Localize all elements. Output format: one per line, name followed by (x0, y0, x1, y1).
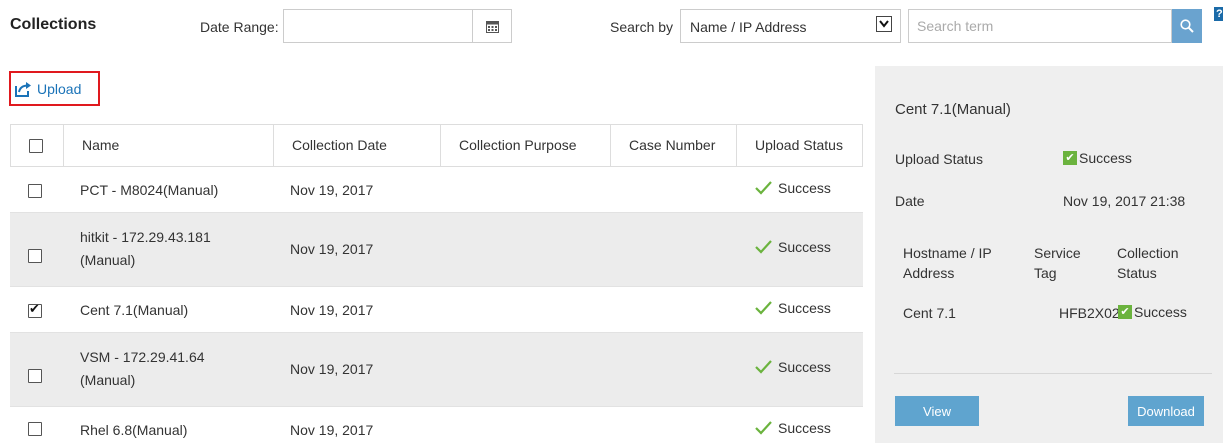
check-icon: ✔ (1063, 151, 1077, 165)
search-by-selected-value: Name / IP Address (690, 19, 807, 35)
check-icon (755, 240, 772, 254)
calendar-button[interactable] (472, 10, 511, 42)
row-name: VSM - 172.29.41.64 (80, 349, 205, 365)
row-checkbox[interactable] (28, 422, 42, 436)
row-collection-date: Nov 19, 2017 (290, 182, 374, 198)
upload-status-value: ✔ Success (1063, 150, 1132, 166)
select-all-checkbox[interactable] (29, 139, 43, 153)
row-upload-status: Success (755, 420, 831, 436)
sub-row-service-tag: HFB2X02 (1059, 305, 1120, 321)
row-checkbox[interactable] (28, 301, 42, 318)
sub-header-hostname-2: Address (903, 265, 955, 281)
chevron-down-icon[interactable] (876, 16, 892, 32)
check-icon: ✔ (1118, 305, 1132, 319)
sub-header-collection-status: Collection (1117, 245, 1179, 261)
table-row[interactable]: hitkit - 172.29.43.181 (Manual) Nov 19, … (10, 213, 863, 287)
sub-header-service-tag-2: Tag (1034, 265, 1057, 281)
table-row[interactable]: VSM - 172.29.41.64 (Manual) Nov 19, 2017… (10, 333, 863, 407)
date-value: Nov 19, 2017 21:38 (1063, 193, 1186, 209)
row-collection-date: Nov 19, 2017 (290, 241, 374, 257)
row-collection-date: Nov 19, 2017 (290, 422, 374, 438)
column-header-collection-purpose[interactable]: Collection Purpose (440, 125, 610, 166)
table-row[interactable]: Cent 7.1(Manual) Nov 19, 2017 Success (10, 287, 863, 333)
column-header-name[interactable]: Name (63, 125, 273, 166)
check-icon (755, 360, 772, 374)
row-upload-status: Success (755, 359, 831, 375)
row-upload-status: Success (755, 180, 831, 196)
row-collection-date: Nov 19, 2017 (290, 361, 374, 377)
row-upload-status: Success (755, 239, 831, 255)
view-button[interactable]: View (895, 396, 979, 426)
sub-header-service-tag: Service (1034, 245, 1081, 261)
check-icon (755, 301, 772, 315)
date-range-label: Date Range: (200, 19, 279, 35)
sub-header-hostname: Hostname / IP (903, 245, 992, 261)
page-title: Collections (10, 16, 97, 33)
row-name: Rhel 6.8(Manual) (80, 422, 188, 438)
search-icon (1180, 19, 1194, 33)
row-upload-status: Success (755, 300, 831, 316)
help-icon[interactable]: ? (1214, 7, 1223, 21)
check-icon (755, 421, 772, 435)
upload-status-label: Upload Status (895, 151, 983, 167)
column-header-case-number[interactable]: Case Number (610, 125, 736, 166)
details-title: Cent 7.1(Manual) (895, 101, 1011, 118)
download-button[interactable]: Download (1128, 396, 1204, 426)
table-row[interactable]: PCT - M8024(Manual) Nov 19, 2017 Success (10, 167, 863, 213)
sub-header-collection-status-2: Status (1117, 265, 1157, 281)
column-header-collection-date[interactable]: Collection Date (273, 125, 440, 166)
row-name: Cent 7.1(Manual) (80, 302, 189, 318)
search-by-label: Search by (610, 19, 674, 35)
date-label: Date (895, 193, 925, 209)
upload-icon (15, 81, 31, 97)
row-name-suffix: (Manual) (80, 252, 136, 268)
sub-row-collection-status: ✔ Success (1118, 304, 1187, 320)
row-checkbox[interactable] (28, 184, 42, 198)
sub-row-hostname: Cent 7.1 (903, 305, 956, 321)
panel-divider (894, 373, 1212, 374)
row-name-suffix: (Manual) (80, 372, 136, 388)
row-checkbox[interactable] (28, 369, 42, 383)
calendar-icon (485, 20, 499, 33)
search-button[interactable] (1172, 9, 1202, 43)
search-input[interactable] (908, 9, 1172, 43)
upload-button[interactable]: Upload (9, 71, 100, 106)
collections-table: Name Collection Date Collection Purpose … (10, 124, 863, 447)
column-header-upload-status[interactable]: Upload Status (736, 125, 862, 166)
table-row[interactable]: Rhel 6.8(Manual) Nov 19, 2017 Success (10, 407, 863, 447)
check-icon (755, 181, 772, 195)
row-name: hitkit - 172.29.43.181 (80, 229, 211, 245)
row-name: PCT - M8024(Manual) (80, 182, 219, 198)
row-checkbox[interactable] (28, 249, 42, 263)
row-collection-date: Nov 19, 2017 (290, 302, 374, 318)
upload-label: Upload (37, 80, 82, 97)
table-header: Name Collection Date Collection Purpose … (10, 124, 863, 167)
